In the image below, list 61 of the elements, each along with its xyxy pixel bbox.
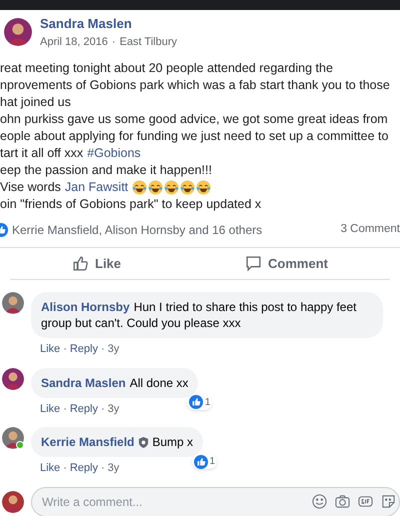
thumbs-up-icon	[188, 395, 203, 409]
laughing-emoji-icon	[148, 180, 164, 195]
like-count-badge[interactable]: 1	[192, 454, 218, 469]
like-count: 1	[204, 396, 210, 410]
like-link[interactable]: Like	[40, 460, 60, 476]
comment-author[interactable]: Sandra Maslen	[41, 376, 126, 390]
post-text: reat meeting tonight about 20 people attended regarding the	[0, 60, 333, 77]
reply-link[interactable]: Reply	[70, 400, 98, 417]
thumbs-up-icon	[72, 255, 89, 272]
author-name[interactable]: Sandra Maslen	[40, 14, 178, 34]
separator: ·	[63, 461, 67, 476]
like-link[interactable]: Like	[40, 341, 60, 358]
laughing-emoji-icon	[196, 180, 212, 195]
sticker-icon[interactable]	[381, 494, 396, 508]
reactions-summary[interactable]: Kerrie Mansfield, Alison Hornsby and 16 others	[12, 221, 262, 239]
reply-link[interactable]: Reply	[70, 460, 98, 476]
timestamp: 3y	[108, 461, 120, 476]
smiley-icon[interactable]	[312, 494, 327, 508]
reply-link[interactable]: Reply	[70, 341, 98, 358]
avatar	[4, 18, 32, 46]
like-link[interactable]: Like	[40, 400, 60, 417]
comment-text: Alison Hornsby Hun I tried to share this post to happy feet group but can't. Could you please xxx	[41, 299, 358, 331]
comment-text: Sandra Maslen All done xx	[41, 374, 188, 390]
comment-field[interactable]: Write a comment...	[31, 486, 400, 516]
post-text: nprovements of Gobions park which was a fab start thank you to those	[0, 77, 390, 94]
post-text: Vise words	[0, 179, 61, 196]
post-text: ohn purkiss gave us some good advice, we got some great ideas from	[0, 111, 388, 128]
separator: ·	[100, 402, 105, 416]
laughing-emoji-icon	[180, 180, 196, 195]
laughing-emoji-icon	[132, 180, 148, 195]
separator: ·	[100, 342, 105, 357]
thumbs-up-icon	[194, 454, 208, 468]
post-location[interactable]: East Tilbury	[120, 34, 178, 50]
comment-author[interactable]: Kerrie Mansfield	[41, 435, 134, 449]
separator: ·	[100, 461, 105, 476]
separator: ·	[112, 34, 116, 50]
separator: ·	[63, 402, 67, 416]
comments-count[interactable]: 3 Comment	[340, 221, 400, 239]
speech-bubble-icon	[245, 255, 262, 272]
comment-text: Kerrie Mansfield Bump x	[41, 434, 194, 450]
comment-button[interactable]: Comment	[245, 254, 328, 274]
post-link[interactable]: #Gobions	[87, 145, 141, 162]
separator: ·	[63, 342, 67, 357]
timestamp: 3y	[108, 342, 120, 357]
post-text: hat joined us	[0, 94, 71, 111]
post-text: oin "friends of Gobions park" to keep updated x	[0, 196, 262, 213]
post-text: eep the passion and make it happen!!!	[0, 162, 212, 179]
timestamp: 3y	[108, 402, 120, 416]
avatar	[2, 427, 24, 449]
laughing-emoji-icon	[164, 180, 180, 195]
comment-author[interactable]: Alison Hornsby	[41, 300, 130, 314]
like-button[interactable]: Like	[72, 254, 122, 274]
gif-icon[interactable]	[358, 494, 373, 508]
post-text: eople about applying for funding we just need to set up a committee to	[0, 128, 388, 145]
camera-icon[interactable]	[335, 494, 350, 508]
post-text: tart it all off xxx	[0, 145, 84, 162]
avatar	[2, 490, 24, 512]
post-date[interactable]: April 18, 2016	[40, 34, 108, 50]
like-count: 1	[210, 455, 216, 469]
post-link[interactable]: Jan Fawsitt	[64, 179, 128, 196]
like-count-badge[interactable]: 1	[186, 394, 212, 410]
